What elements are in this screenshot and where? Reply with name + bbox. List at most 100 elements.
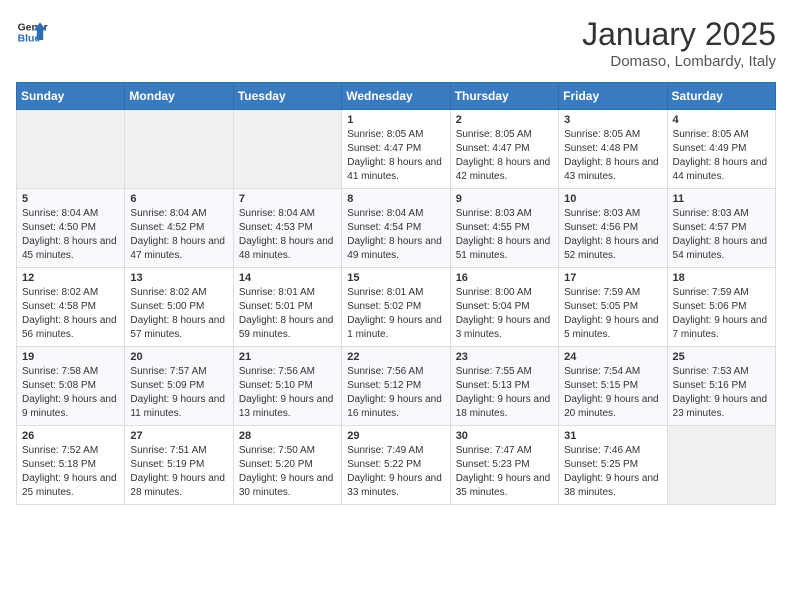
day-info: Sunrise: 7:51 AM Sunset: 5:19 PM Dayligh… [130,444,227,500]
day-number: 24 [564,351,661,363]
day-number: 21 [239,351,336,363]
calendar-cell: 8Sunrise: 8:04 AM Sunset: 4:54 PM Daylig… [342,189,450,268]
day-of-week-header: Wednesday [342,83,450,110]
logo: General Blue [16,16,48,48]
day-number: 23 [456,351,553,363]
day-of-week-header: Friday [559,83,667,110]
day-number: 28 [239,430,336,442]
day-of-week-header: Monday [125,83,233,110]
calendar-cell: 4 Sunrise: 8:05 AM Sunset: 4:49 PM Daylig… [667,110,775,189]
calendar-cell: 28 Sunrise: 7:50 AM Sunset: 5:20 PM Dayli… [233,426,341,505]
day-number: 20 [130,351,227,363]
calendar-cell: 29Sunrise: 7:49 AM Sunset: 5:22 PM Dayli… [342,426,450,505]
calendar-cell: 26Sunrise: 7:52 AM Sunset: 5:18 PM Dayli… [17,426,125,505]
day-info: Sunrise: 8:04 AM Sunset: 4:54 PM Dayligh… [347,207,444,263]
day-info: Sunrise: 7:57 AM Sunset: 5:09 PM Dayligh… [130,365,227,421]
day-of-week-header: Saturday [667,83,775,110]
day-number: 1 [347,114,444,126]
calendar-cell [125,110,233,189]
day-info: Sunrise: 7:53 AM Sunset: 5:16 PM Dayligh… [673,365,770,421]
day-number: 29 [347,430,444,442]
day-info: Sunrise: 8:05 AM Sunset: 4:47 PM Dayligh… [456,128,553,184]
calendar-cell: 14Sunrise: 8:01 AM Sunset: 5:01 PM Dayli… [233,268,341,347]
calendar-cell: 12 Sunrise: 8:02 AM Sunset: 4:58 PM Dayli… [17,268,125,347]
page-header: General Blue January 2025 Domaso, Lombar… [16,16,776,70]
calendar-cell: 13 Sunrise: 8:02 AM Sunset: 5:00 PM Dayli… [125,268,233,347]
day-number: 4 [673,114,770,126]
day-number: 9 [456,193,553,205]
calendar-cell: 9 Sunrise: 8:03 AM Sunset: 4:55 PM Daylig… [450,189,558,268]
day-number: 12 [22,272,119,284]
day-info: Sunrise: 8:04 AM Sunset: 4:50 PM Dayligh… [22,207,119,263]
day-info: Sunrise: 7:50 AM Sunset: 5:20 PM Dayligh… [239,444,336,500]
calendar-cell: 23Sunrise: 7:55 AM Sunset: 5:13 PM Dayli… [450,347,558,426]
day-number: 16 [456,272,553,284]
day-of-week-header: Thursday [450,83,558,110]
calendar-cell [17,110,125,189]
calendar-cell [667,426,775,505]
day-info: Sunrise: 8:03 AM Sunset: 4:55 PM Dayligh… [456,207,553,263]
calendar-cell: 10 Sunrise: 8:03 AM Sunset: 4:56 PM Dayli… [559,189,667,268]
calendar-cell: 1 Sunrise: 8:05 AM Sunset: 4:47 PM Daylig… [342,110,450,189]
day-number: 22 [347,351,444,363]
day-info: Sunrise: 7:46 AM Sunset: 5:25 PM Dayligh… [564,444,661,500]
day-info: Sunrise: 8:05 AM Sunset: 4:49 PM Dayligh… [673,128,770,184]
day-number: 3 [564,114,661,126]
day-info: Sunrise: 8:03 AM Sunset: 4:56 PM Dayligh… [564,207,661,263]
day-info: Sunrise: 8:01 AM Sunset: 5:01 PM Dayligh… [239,286,336,342]
day-of-week-header: Sunday [17,83,125,110]
day-info: Sunrise: 8:05 AM Sunset: 4:48 PM Dayligh… [564,128,661,184]
day-info: Sunrise: 7:47 AM Sunset: 5:23 PM Dayligh… [456,444,553,500]
day-info: Sunrise: 8:04 AM Sunset: 4:52 PM Dayligh… [130,207,227,263]
calendar-cell: 24 Sunrise: 7:54 AM Sunset: 5:15 PM Dayli… [559,347,667,426]
day-info: Sunrise: 8:02 AM Sunset: 5:00 PM Dayligh… [130,286,227,342]
day-number: 13 [130,272,227,284]
calendar-week-row: 1 Sunrise: 8:05 AM Sunset: 4:47 PM Daylig… [17,110,776,189]
logo-icon: General Blue [16,16,48,48]
day-number: 30 [456,430,553,442]
day-info: Sunrise: 7:52 AM Sunset: 5:18 PM Dayligh… [22,444,119,500]
calendar-week-row: 12 Sunrise: 8:02 AM Sunset: 4:58 PM Dayli… [17,268,776,347]
day-number: 18 [673,272,770,284]
calendar-cell: 15 Sunrise: 8:01 AM Sunset: 5:02 PM Dayli… [342,268,450,347]
day-info: Sunrise: 8:05 AM Sunset: 4:47 PM Dayligh… [347,128,444,184]
calendar-cell: 27 Sunrise: 7:51 AM Sunset: 5:19 PM Dayli… [125,426,233,505]
day-number: 17 [564,272,661,284]
title-area: January 2025 Domaso, Lombardy, Italy [582,16,776,70]
calendar-cell: 31 Sunrise: 7:46 AM Sunset: 5:25 PM Dayli… [559,426,667,505]
day-number: 7 [239,193,336,205]
day-number: 2 [456,114,553,126]
calendar-table: SundayMondayTuesdayWednesdayThursdayFrid… [16,82,776,505]
day-info: Sunrise: 7:59 AM Sunset: 5:05 PM Dayligh… [564,286,661,342]
day-info: Sunrise: 8:02 AM Sunset: 4:58 PM Dayligh… [22,286,119,342]
calendar-cell: 22 Sunrise: 7:56 AM Sunset: 5:12 PM Dayli… [342,347,450,426]
day-number: 5 [22,193,119,205]
location-title: Domaso, Lombardy, Italy [582,53,776,70]
day-number: 25 [673,351,770,363]
day-info: Sunrise: 8:03 AM Sunset: 4:57 PM Dayligh… [673,207,770,263]
day-info: Sunrise: 8:00 AM Sunset: 5:04 PM Dayligh… [456,286,553,342]
calendar-week-row: 5 Sunrise: 8:04 AM Sunset: 4:50 PM Daylig… [17,189,776,268]
month-title: January 2025 [582,16,776,53]
calendar-cell: 18Sunrise: 7:59 AM Sunset: 5:06 PM Dayli… [667,268,775,347]
day-number: 10 [564,193,661,205]
calendar-cell: 16 Sunrise: 8:00 AM Sunset: 5:04 PM Dayli… [450,268,558,347]
day-number: 27 [130,430,227,442]
calendar-cell: 19 Sunrise: 7:58 AM Sunset: 5:08 PM Dayli… [17,347,125,426]
calendar-cell [233,110,341,189]
calendar-cell: 11Sunrise: 8:03 AM Sunset: 4:57 PM Dayli… [667,189,775,268]
calendar-cell: 5 Sunrise: 8:04 AM Sunset: 4:50 PM Daylig… [17,189,125,268]
day-number: 15 [347,272,444,284]
day-number: 6 [130,193,227,205]
calendar-cell: 21Sunrise: 7:56 AM Sunset: 5:10 PM Dayli… [233,347,341,426]
day-number: 19 [22,351,119,363]
day-number: 31 [564,430,661,442]
calendar-header-row: SundayMondayTuesdayWednesdayThursdayFrid… [17,83,776,110]
day-info: Sunrise: 8:01 AM Sunset: 5:02 PM Dayligh… [347,286,444,342]
day-info: Sunrise: 7:56 AM Sunset: 5:12 PM Dayligh… [347,365,444,421]
day-info: Sunrise: 7:54 AM Sunset: 5:15 PM Dayligh… [564,365,661,421]
calendar-week-row: 26Sunrise: 7:52 AM Sunset: 5:18 PM Dayli… [17,426,776,505]
day-info: Sunrise: 7:58 AM Sunset: 5:08 PM Dayligh… [22,365,119,421]
day-of-week-header: Tuesday [233,83,341,110]
calendar-cell: 3 Sunrise: 8:05 AM Sunset: 4:48 PM Daylig… [559,110,667,189]
